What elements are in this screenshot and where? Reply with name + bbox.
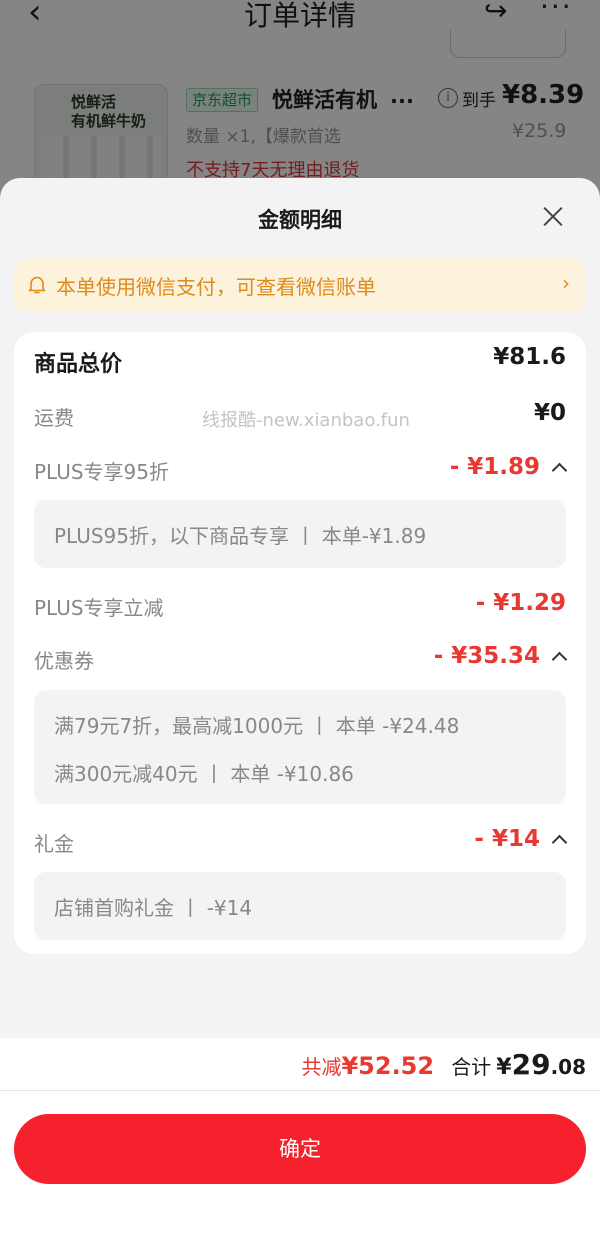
order-summary: 共减¥52.52 合计 ¥29.08: [301, 1048, 586, 1081]
goods-total-value: ¥81.6: [493, 344, 566, 370]
notice-text: 本单使用微信支付，可查看微信账单: [56, 275, 376, 299]
chevron-right-icon: ›: [562, 271, 570, 295]
amount-breakdown-panel: 商品总价 ¥81.6 运费 线报酷-new.xianbao.fun ¥0 PLU…: [14, 332, 586, 954]
plus-reduce-value: - ¥1.29: [475, 590, 566, 616]
close-icon[interactable]: [538, 202, 568, 232]
coupon-value: - ¥35.34: [433, 643, 540, 669]
coupon-detail-line: 满79元7折，最高减1000元 丨 本单 -¥24.48: [54, 714, 460, 738]
amount-detail-sheet: 金额明细 本单使用微信支付，可查看微信账单 › 商品总价 ¥81.6 运费 线报…: [0, 178, 600, 1250]
gift-value: - ¥14: [474, 826, 540, 852]
shipping-label: 运费: [34, 406, 74, 430]
chevron-up-icon[interactable]: [552, 649, 566, 663]
watermark: 线报酷-new.xianbao.fun: [202, 410, 410, 431]
confirm-button[interactable]: 确定: [14, 1114, 586, 1184]
plus95-detail-box: PLUS95折，以下商品专享 丨 本单-¥1.89: [34, 500, 566, 568]
coupon-label: 优惠券: [34, 649, 94, 673]
plus95-label: PLUS专享95折: [34, 460, 169, 484]
divider: [0, 1090, 600, 1091]
chevron-up-icon[interactable]: [552, 832, 566, 846]
total-integer: 29: [511, 1048, 551, 1081]
chevron-up-icon[interactable]: [552, 460, 566, 474]
bottom-bar: 共减¥52.52 合计 ¥29.08 确定: [0, 1038, 600, 1250]
sheet-title: 金额明细: [258, 208, 342, 232]
discount-value: ¥52.52: [341, 1052, 435, 1080]
gift-label: 礼金: [34, 832, 74, 856]
total-label: 合计: [451, 1055, 492, 1079]
wechat-bill-notice[interactable]: 本单使用微信支付，可查看微信账单 ›: [14, 258, 586, 312]
goods-total-label: 商品总价: [34, 352, 123, 377]
shipping-value: ¥0: [533, 400, 566, 426]
gift-detail: 店铺首购礼金 丨 -¥14: [54, 896, 253, 920]
coupon-detail-line: 满300元减40元 丨 本单 -¥10.86: [54, 762, 354, 786]
total-currency: ¥: [496, 1055, 512, 1080]
plus-reduce-label: PLUS专享立减: [34, 596, 164, 620]
plus95-detail: PLUS95折，以下商品专享 丨 本单-¥1.89: [54, 524, 427, 548]
discount-label: 共减: [301, 1055, 342, 1079]
total-decimal: .08: [550, 1055, 586, 1079]
gift-detail-box: 店铺首购礼金 丨 -¥14: [34, 872, 566, 940]
coupon-detail-box: 满79元7折，最高减1000元 丨 本单 -¥24.48 满300元减40元 丨…: [34, 690, 566, 804]
plus95-value: - ¥1.89: [449, 454, 540, 480]
bell-icon: [28, 276, 46, 294]
